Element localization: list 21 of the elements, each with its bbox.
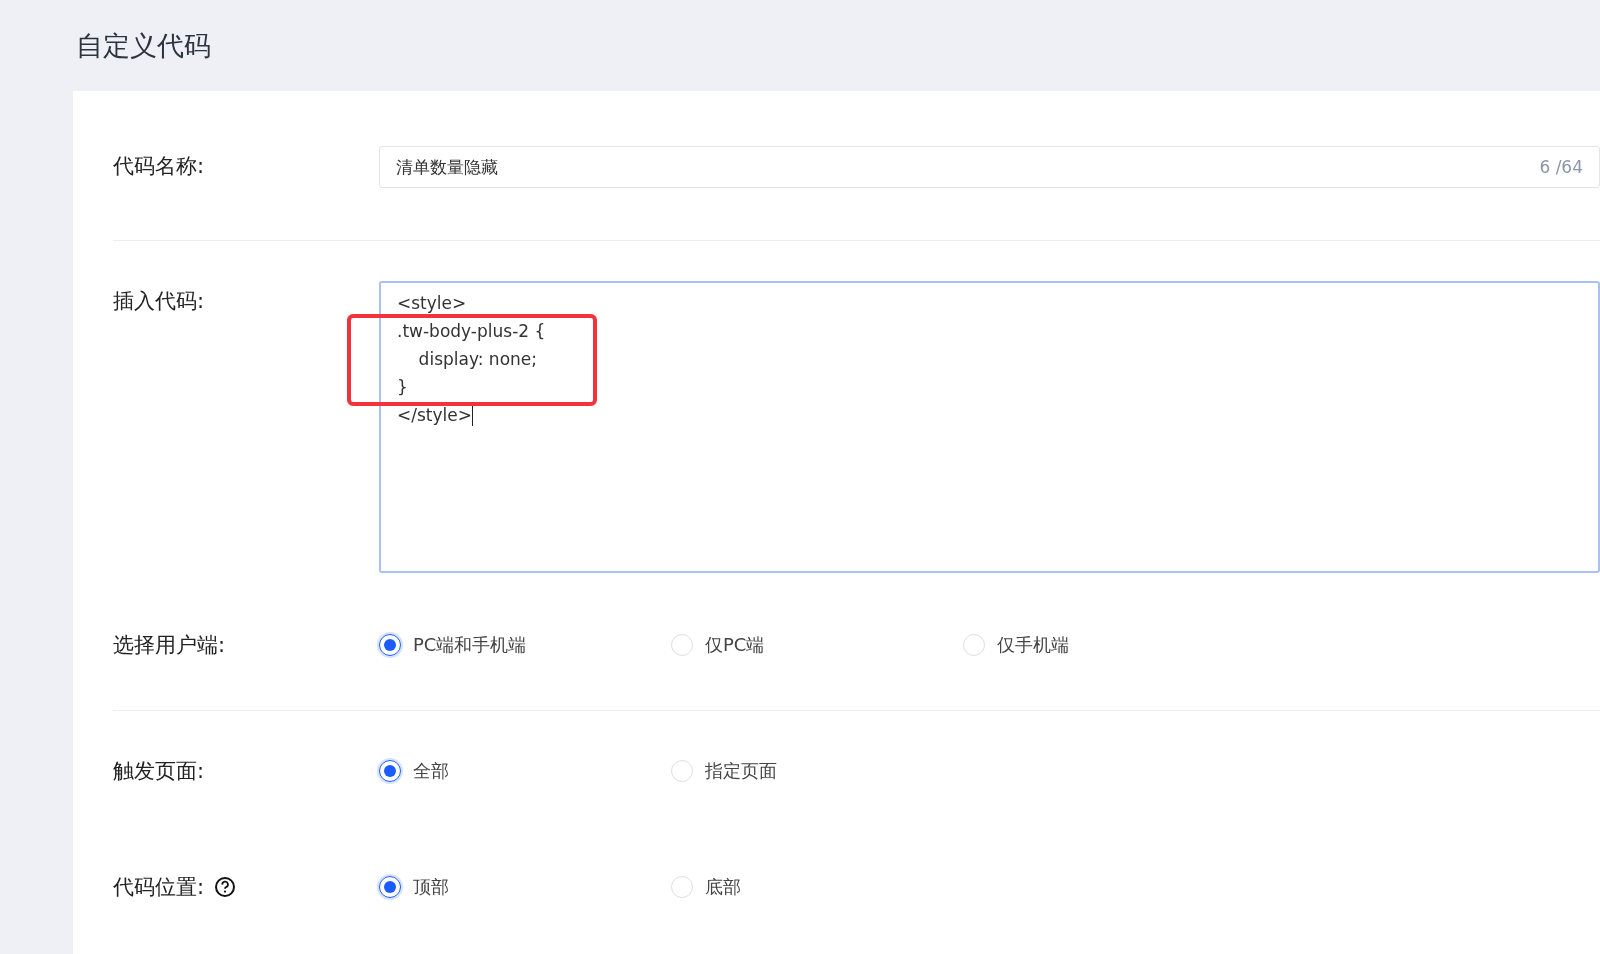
text-cursor [472,406,473,426]
radio-button[interactable] [379,634,401,656]
field-label: 代码名称: [113,153,205,180]
field-label: 插入代码: [113,288,205,315]
input-field[interactable]: 清单数量隐藏 6 /64 [379,146,1600,188]
character-counter: 6 /64 [1539,157,1583,177]
radio-option[interactable]: 仅PC端 [671,633,963,657]
radio-option[interactable]: PC端和手机端 [379,633,671,657]
radio-option[interactable]: 底部 [671,875,963,899]
page-title: 自定义代码 [75,29,212,63]
code-field[interactable]: <style> .tw-body-plus-2 { display: none; } </style> [379,281,1600,573]
help-icon[interactable] [214,876,237,898]
field-label: 选择用户端: [113,632,226,659]
field-label: 触发页面: [113,758,205,785]
radio-option[interactable]: 仅手机端 [963,633,1255,657]
radio-option[interactable]: 指定页面 [671,759,963,783]
radio-button[interactable] [379,760,401,782]
radio-button[interactable] [379,876,401,898]
field-label: 代码位置: [113,874,205,901]
radio-option[interactable]: 顶部 [379,875,671,899]
radio-option[interactable]: 全部 [379,759,671,783]
